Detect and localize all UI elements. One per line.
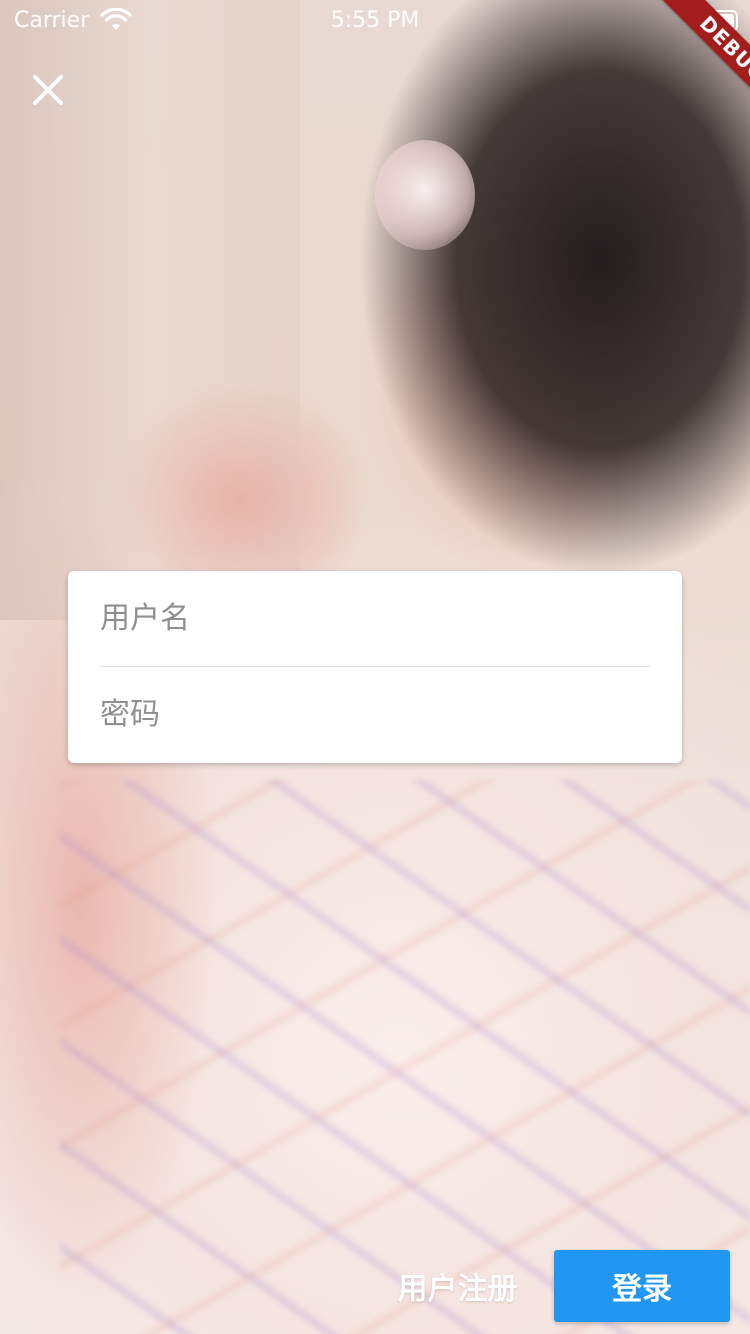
username-field[interactable] (100, 571, 650, 666)
password-field[interactable] (100, 667, 650, 762)
status-bar: Carrier 5:55 PM (0, 0, 750, 40)
status-time: 5:55 PM (330, 8, 420, 33)
login-button[interactable]: 登录 (554, 1250, 730, 1322)
close-button[interactable] (22, 64, 74, 116)
username-input[interactable] (100, 601, 650, 636)
register-button[interactable]: 用户注册 (380, 1250, 535, 1322)
login-card (68, 571, 682, 763)
background-flower (375, 140, 475, 250)
close-icon (33, 75, 63, 105)
password-input[interactable] (100, 697, 650, 732)
